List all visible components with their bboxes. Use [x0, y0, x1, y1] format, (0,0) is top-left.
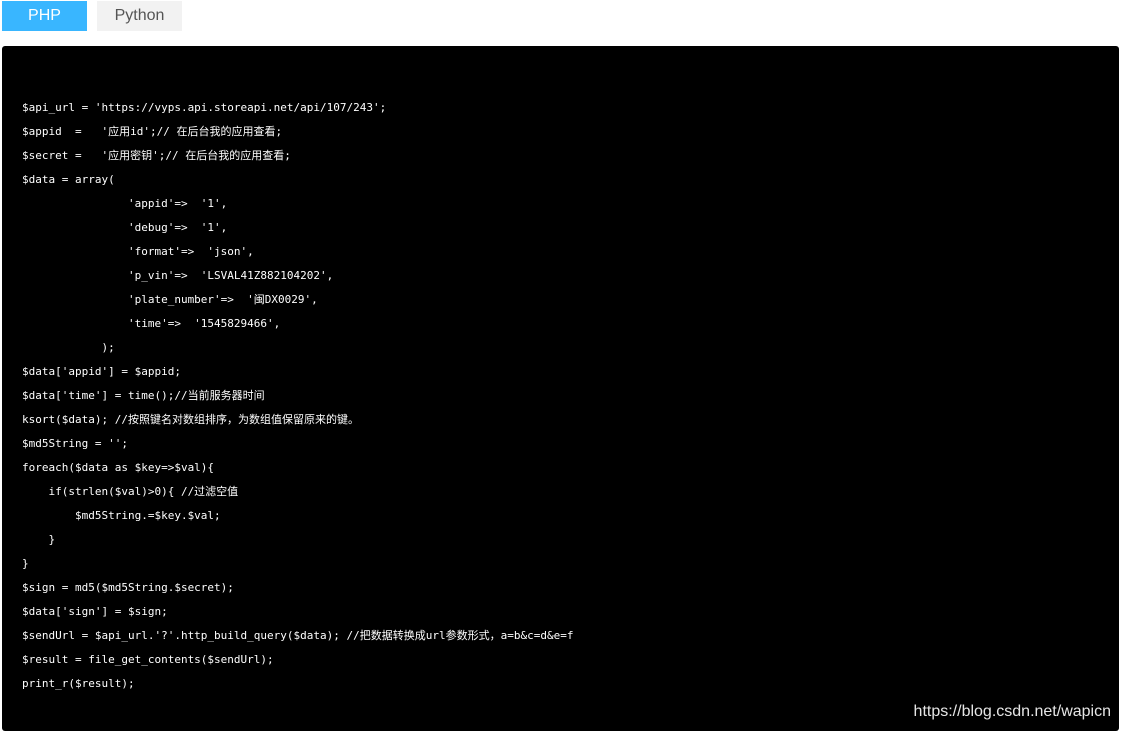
code-line: $md5String.=$key.$val;	[22, 509, 221, 522]
code-line: $appid = '应用id';// 在后台我的应用查看;	[22, 125, 283, 138]
code-line: if(strlen($val)>0){ //过滤空值	[22, 485, 239, 498]
tab-python[interactable]: Python	[97, 1, 182, 31]
code-line: }	[22, 533, 56, 546]
code-line: $md5String = '';	[22, 437, 128, 450]
code-line: $secret = '应用密钥';// 在后台我的应用查看;	[22, 149, 291, 162]
code-block: $api_url = 'https://vyps.api.storeapi.ne…	[22, 96, 573, 696]
code-line: );	[22, 341, 115, 354]
code-line: 'plate_number'=> '闽DX0029',	[22, 293, 318, 306]
code-line: 'p_vin'=> 'LSVAL41Z882104202',	[22, 269, 334, 282]
code-line: $result = file_get_contents($sendUrl);	[22, 653, 274, 666]
code-line: 'appid'=> '1',	[22, 197, 228, 210]
code-panel: $api_url = 'https://vyps.api.storeapi.ne…	[2, 46, 1119, 731]
tab-php[interactable]: PHP	[2, 1, 87, 31]
code-line: $data['appid'] = $appid;	[22, 365, 181, 378]
code-line: $sign = md5($md5String.$secret);	[22, 581, 234, 594]
code-line: $data['time'] = time();//当前服务器时间	[22, 389, 265, 402]
code-line: $api_url = 'https://vyps.api.storeapi.ne…	[22, 101, 387, 114]
code-line: $data = array(	[22, 173, 115, 186]
code-line: foreach($data as $key=>$val){	[22, 461, 215, 474]
code-line: }	[22, 557, 29, 570]
code-line: 'debug'=> '1',	[22, 221, 228, 234]
language-tabs: PHP Python	[2, 1, 182, 31]
code-line: ksort($data); //按照键名对数组排序，为数组值保留原来的键。	[22, 413, 359, 426]
code-line: 'format'=> 'json',	[22, 245, 254, 258]
code-line: $sendUrl = $api_url.'?'.http_build_query…	[22, 629, 574, 642]
code-line: $data['sign'] = $sign;	[22, 605, 168, 618]
watermark: https://blog.csdn.net/wapicn	[913, 703, 1111, 720]
code-line: 'time'=> '1545829466',	[22, 317, 281, 330]
code-line: print_r($result);	[22, 677, 135, 690]
